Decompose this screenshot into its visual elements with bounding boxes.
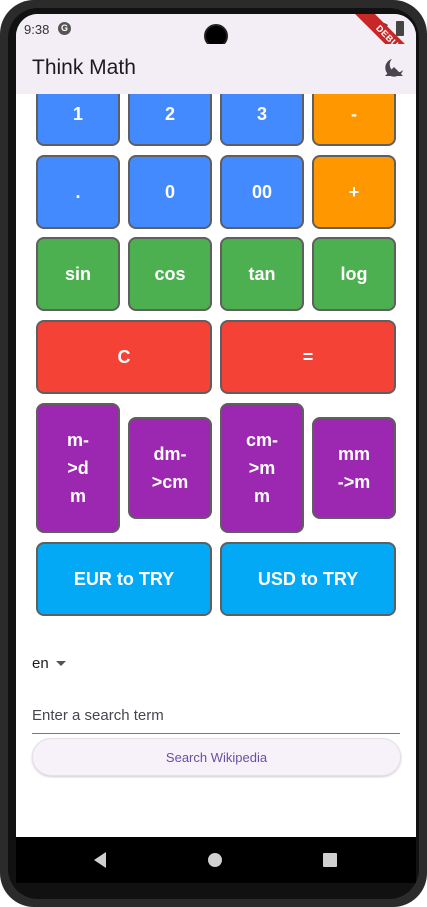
theme-toggle-icon[interactable] [382,56,406,80]
key-cm-to-mm[interactable]: cm- >m m [220,403,304,533]
search-input[interactable] [32,698,400,734]
key-sin[interactable]: sin [36,237,120,311]
key-0[interactable]: 0 [128,155,212,229]
key-log[interactable]: log [312,237,396,311]
key-equals[interactable]: = [220,320,396,394]
key-tan[interactable]: tan [220,237,304,311]
language-dropdown[interactable]: en [32,655,49,672]
back-icon[interactable] [92,851,108,869]
app-title: Think Math [32,56,136,79]
app-bar: Think Math [16,44,416,94]
key-minus[interactable]: - [312,94,396,146]
dropdown-caret-icon[interactable] [56,661,66,666]
key-plus[interactable]: + [312,155,396,229]
home-icon[interactable] [208,853,222,867]
key-m-to-dm[interactable]: m- >d m [36,403,120,533]
key-00[interactable]: 00 [220,155,304,229]
key-clear[interactable]: C [36,320,212,394]
recent-apps-icon[interactable] [323,853,337,867]
screen: 9:38 G DEBUG Think Math 1 2 3 - . 0 00 +… [16,14,416,883]
key-1[interactable]: 1 [36,94,120,146]
key-2[interactable]: 2 [128,94,212,146]
status-time: 9:38 [24,22,50,37]
key-decimal[interactable]: . [36,155,120,229]
key-cos[interactable]: cos [128,237,212,311]
battery-icon [396,21,404,36]
status-bar: 9:38 G DEBUG [16,14,416,78]
system-nav-bar [16,837,416,883]
key-usd-to-try[interactable]: USD to TRY [220,542,396,616]
notification-icon: G [58,22,71,35]
calculator-keypad: 1 2 3 - . 0 00 + sin cos tan log C = m- … [16,94,416,634]
search-wikipedia-button[interactable]: Search Wikipedia [32,738,401,776]
key-3[interactable]: 3 [220,94,304,146]
key-mm-to-m[interactable]: mm ->m [312,417,396,519]
key-dm-to-cm[interactable]: dm- >cm [128,417,212,519]
key-eur-to-try[interactable]: EUR to TRY [36,542,212,616]
